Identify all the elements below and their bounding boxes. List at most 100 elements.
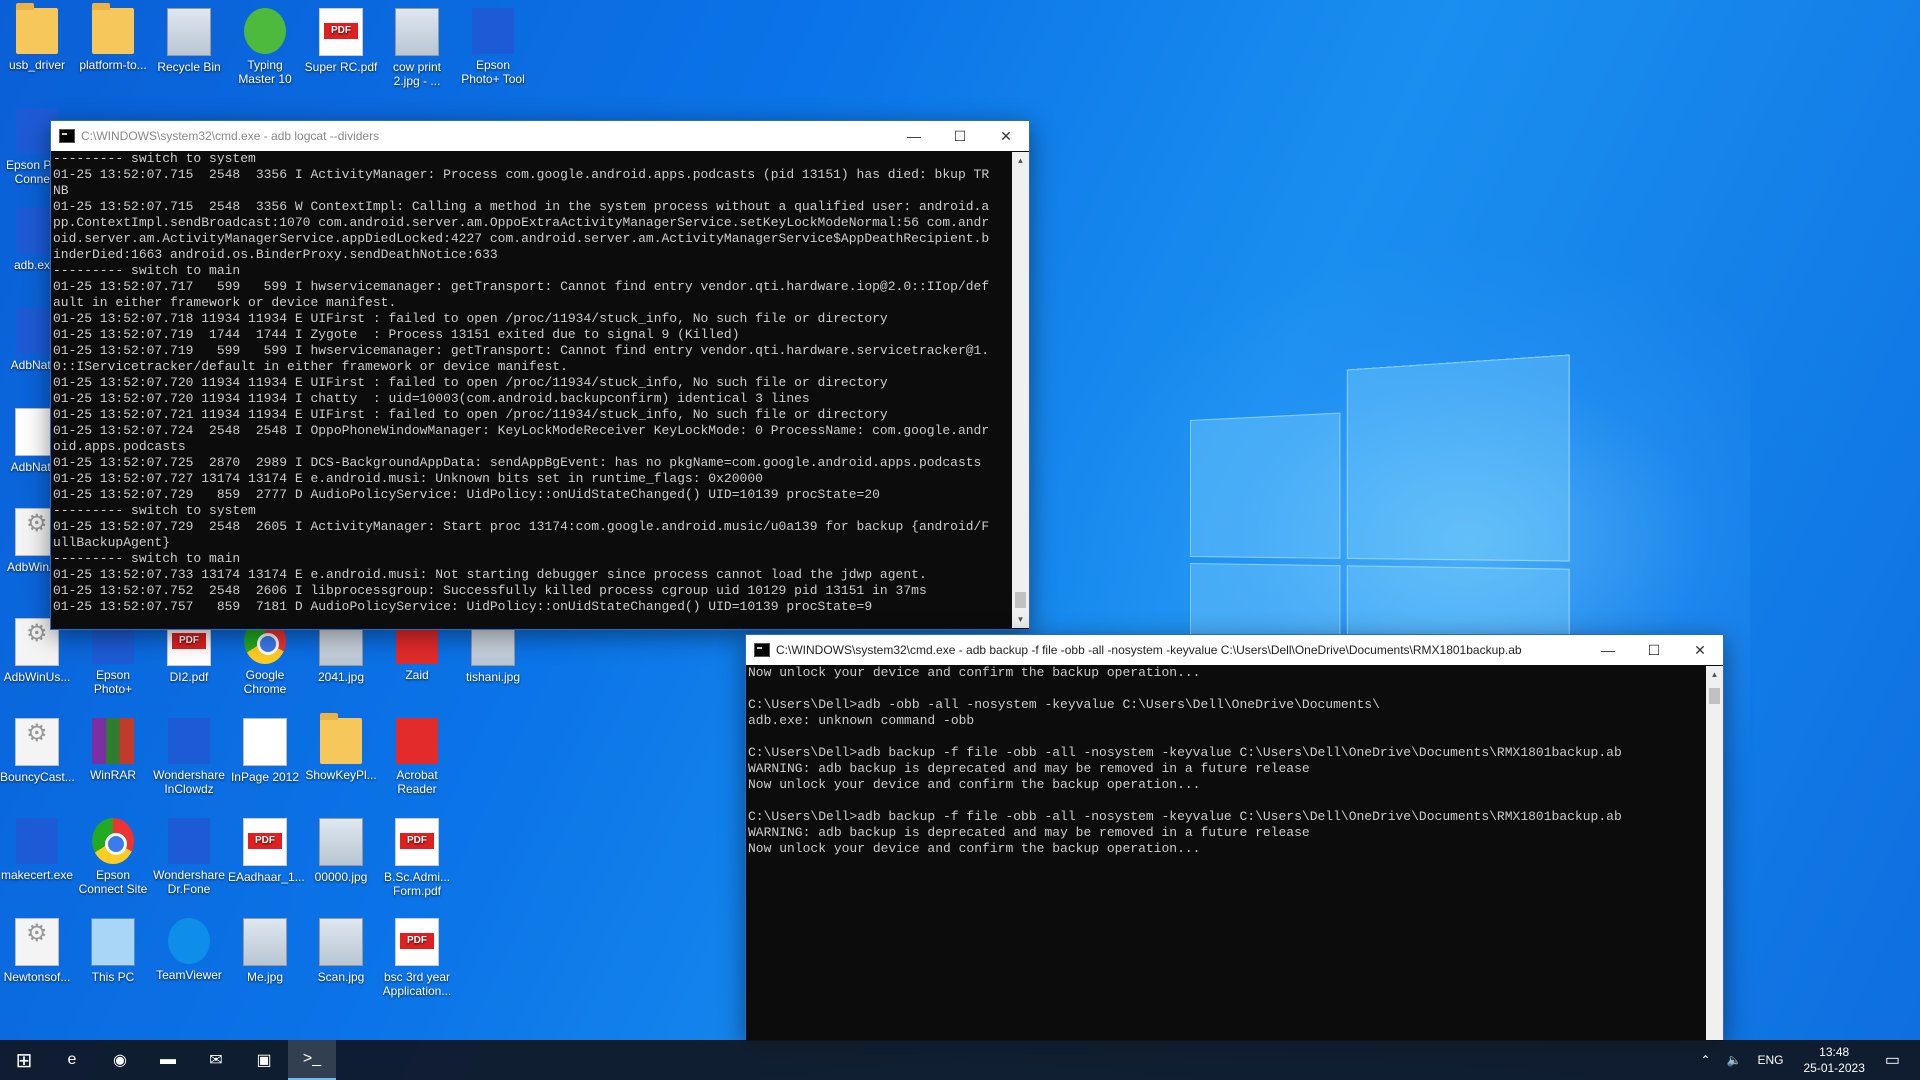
blue-icon: [472, 8, 514, 54]
maximize-button[interactable]: ☐: [1631, 635, 1677, 665]
volume-icon[interactable]: 🔈: [1727, 1053, 1742, 1067]
red-icon: [396, 718, 438, 764]
desktop-icon[interactable]: Me.jpg: [228, 918, 302, 984]
desktop-icon[interactable]: usb_driver: [0, 3, 74, 72]
desktop-icon-label: Scan.jpg: [317, 970, 365, 984]
terminal-line: --------- switch to system: [53, 503, 256, 518]
desktop-icon-label: DI2.pdf: [169, 670, 209, 684]
rar-icon: [92, 718, 134, 764]
cmd-icon: [754, 643, 770, 657]
desktop-icon[interactable]: Acrobat Reader: [380, 718, 454, 796]
desktop-icon[interactable]: Recycle Bin: [152, 8, 226, 74]
desktop-icon[interactable]: Epson Connect Site: [76, 818, 150, 896]
terminal-line: 01-25 13:52:07.720 11934 11934 I chatty …: [53, 391, 810, 406]
terminal-line: 01-25 13:52:07.727 13174 13174 E e.andro…: [53, 471, 763, 486]
desktop-icon[interactable]: Wondershare Dr.Fone: [152, 818, 226, 896]
scroll-thumb[interactable]: [1015, 592, 1026, 608]
desktop-icon[interactable]: cow print 2.jpg - ...: [380, 8, 454, 88]
chevron-up-icon[interactable]: ⌃: [1700, 1053, 1710, 1067]
close-button[interactable]: ✕: [1677, 635, 1723, 665]
scroll-up-arrow-icon[interactable]: ▲: [1706, 666, 1723, 683]
cmd-window-logcat[interactable]: C:\WINDOWS\system32\cmd.exe - adb logcat…: [50, 120, 1030, 630]
scrollbar[interactable]: ▲ ▼: [1012, 152, 1029, 628]
taskbar-mail-icon[interactable]: ✉: [192, 1040, 240, 1080]
desktop-icon-label: Recycle Bin: [157, 60, 221, 74]
terminal-output[interactable]: --------- switch to system 01-25 13:52:07…: [51, 151, 1012, 627]
desktop-icon[interactable]: TeamViewer: [152, 918, 226, 982]
close-button[interactable]: ✕: [983, 121, 1029, 151]
terminal-line: WARNING: adb backup is deprecated and ma…: [748, 761, 1310, 776]
desktop-icon[interactable]: Wondershare InClowdz: [152, 718, 226, 796]
desktop-icon-label: tishani.jpg: [465, 670, 521, 684]
cmd-window-backup[interactable]: C:\WINDOWS\system32\cmd.exe - adb backup…: [745, 634, 1724, 1042]
terminal-line: NB: [53, 183, 69, 198]
chrome-icon: [92, 818, 134, 864]
scroll-up-arrow-icon[interactable]: ▲: [1012, 152, 1029, 169]
terminal-line: 01-25 13:52:07.725 2870 2989 I DCS-Backg…: [53, 455, 982, 470]
terminal-line: Now unlock your device and confirm the b…: [748, 777, 1201, 792]
pdf-icon: [243, 818, 287, 866]
language-indicator[interactable]: ENG: [1757, 1053, 1783, 1067]
terminal-line: 01-25 13:52:07.757 859 7181 D AudioPolic…: [53, 599, 873, 614]
desktop-icon-label: 2041.jpg: [317, 670, 365, 684]
desktop-icon[interactable]: B.Sc.Admi... Form.pdf: [380, 818, 454, 898]
terminal-line: --------- switch to main: [53, 263, 241, 278]
clock[interactable]: 13:48 25-01-2023: [1803, 1044, 1864, 1076]
clock-time: 13:48: [1819, 1045, 1850, 1059]
terminal-line: WARNING: adb backup is deprecated and ma…: [748, 825, 1310, 840]
title-bar[interactable]: C:\WINDOWS\system32\cmd.exe - adb logcat…: [51, 121, 1029, 151]
cmd-icon: [59, 129, 75, 143]
desktop-icon[interactable]: WinRAR: [76, 718, 150, 782]
desktop-icon[interactable]: 00000.jpg: [304, 818, 378, 884]
taskbar-chrome-icon[interactable]: ◉: [96, 1040, 144, 1080]
desktop-icon[interactable]: ShowKeyPl...: [304, 713, 378, 782]
minimize-button[interactable]: —: [891, 121, 937, 151]
blue-icon: [168, 718, 210, 764]
desktop-icon[interactable]: Typing Master 10: [228, 8, 302, 86]
desktop-icon-label: EAadhaar_1...: [228, 870, 305, 884]
scroll-thumb[interactable]: [1709, 688, 1720, 704]
gear-icon: [15, 918, 59, 966]
desktop-icon-label: B.Sc.Admi... Form.pdf: [383, 870, 451, 898]
desktop-icon-label: AdbWinUs...: [3, 670, 71, 684]
desktop-icon[interactable]: bsc 3rd year Application...: [380, 918, 454, 998]
taskbar-file-explorer-icon[interactable]: ▬: [144, 1040, 192, 1080]
desktop-icon-label: BouncyCast...: [0, 770, 75, 784]
desktop-icon[interactable]: Newtonsof...: [0, 918, 74, 984]
desktop-icon[interactable]: This PC: [76, 918, 150, 984]
taskbar-apps: e ◉ ▬ ✉ ▣ >_: [48, 1040, 336, 1080]
photo-icon: [319, 918, 363, 966]
terminal-line: C:\Users\Dell>adb backup -f file -obb -a…: [748, 745, 1622, 760]
desktop-icon[interactable]: EAadhaar_1...: [228, 818, 305, 884]
folder-icon: [92, 3, 134, 54]
desktop-icon[interactable]: Epson Photo+ Tool: [456, 8, 530, 86]
maximize-button[interactable]: ☐: [937, 121, 983, 151]
notification-icon[interactable]: ▭: [1885, 1050, 1900, 1070]
terminal-line: Now unlock your device and confirm the b…: [748, 665, 1201, 680]
taskbar-cmd-icon[interactable]: >_: [288, 1040, 336, 1080]
minimize-button[interactable]: —: [1585, 635, 1631, 665]
desktop-icon[interactable]: InPage 2012: [228, 718, 302, 784]
recycle-icon: [167, 8, 211, 56]
taskbar-store-icon[interactable]: ▣: [240, 1040, 288, 1080]
folder-icon: [320, 713, 362, 764]
desktop-icon[interactable]: BouncyCast...: [0, 718, 75, 784]
desktop-icon[interactable]: Scan.jpg: [304, 918, 378, 984]
scrollbar[interactable]: ▲: [1706, 666, 1723, 1040]
folder-icon: [16, 3, 58, 54]
start-button[interactable]: ⊞: [0, 1040, 48, 1080]
desktop-icon[interactable]: platform-to...: [76, 3, 150, 72]
desktop-icon[interactable]: makecert.exe: [0, 818, 74, 882]
scroll-down-arrow-icon[interactable]: ▼: [1012, 611, 1029, 628]
terminal-line: --------- switch to system: [53, 151, 256, 166]
terminal-line: 01-25 13:52:07.718 11934 11934 E UIFirst…: [53, 311, 888, 326]
terminal-line: 01-25 13:52:07.721 11934 11934 E UIFirst…: [53, 407, 888, 422]
desktop-icon[interactable]: Super RC.pdf: [304, 8, 378, 74]
title-bar[interactable]: C:\WINDOWS\system32\cmd.exe - adb backup…: [746, 635, 1723, 665]
taskbar-edge-icon[interactable]: e: [48, 1040, 96, 1080]
terminal-line: oid.server.am.ActivityManagerService.app…: [53, 231, 990, 246]
system-tray: ⌃ 🔈 ENG 13:48 25-01-2023 ▭: [1692, 1040, 1920, 1080]
terminal-output[interactable]: Now unlock your device and confirm the b…: [746, 665, 1706, 1039]
